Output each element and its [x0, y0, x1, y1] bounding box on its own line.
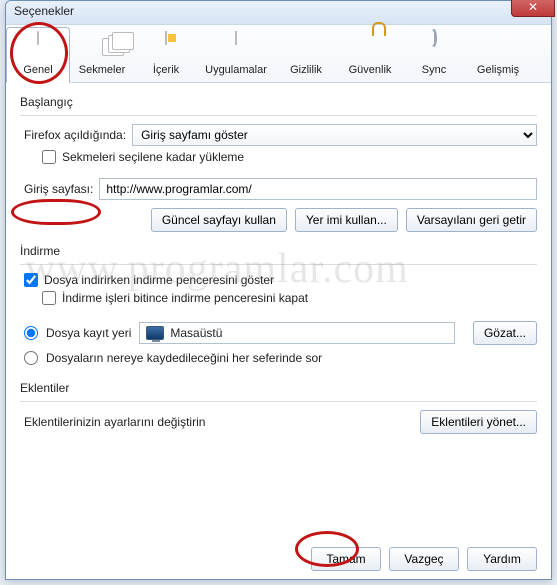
- titlebar: Seçenekler ✕: [6, 1, 551, 25]
- downloads-heading: İndirme: [20, 244, 537, 258]
- tab-uygulamalar[interactable]: Uygulamalar: [198, 28, 274, 82]
- options-window: Seçenekler ✕ Genel Sekmeler İçerik Uygul…: [5, 0, 552, 580]
- open-label: Firefox açıldığında:: [24, 128, 126, 142]
- startup-combo[interactable]: Giriş sayfamı göster: [132, 124, 537, 146]
- close-download-done-checkbox[interactable]: [42, 291, 56, 305]
- divider: [20, 115, 537, 116]
- panel-general: Başlangıç Firefox açıldığında: Giriş say…: [6, 83, 551, 434]
- divider: [20, 264, 537, 265]
- home-url-input[interactable]: [99, 178, 537, 200]
- tab-guvenlik[interactable]: Güvenlik: [338, 28, 402, 82]
- cancel-button[interactable]: Vazgeç: [389, 547, 459, 571]
- tab-label: Uygulamalar: [205, 64, 267, 76]
- show-download-window-label: Dosya indirirken indirme penceresini gös…: [44, 273, 274, 287]
- tab-label: Güvenlik: [349, 64, 392, 76]
- tab-gelismis[interactable]: Gelişmiş: [466, 28, 530, 82]
- sync-icon: [402, 32, 466, 62]
- tab-label: Gizlilik: [290, 64, 322, 76]
- dialog-footer: Tamam Vazgeç Yardım: [311, 547, 537, 571]
- help-button[interactable]: Yardım: [467, 547, 537, 571]
- use-bookmark-button[interactable]: Yer imi kullan...: [295, 208, 398, 232]
- window-title: Seçenekler: [14, 4, 74, 18]
- manage-addons-button[interactable]: Eklentileri yönet...: [420, 410, 537, 434]
- security-icon: [338, 32, 402, 62]
- divider: [20, 401, 537, 402]
- use-current-button[interactable]: Güncel sayfayı kullan: [151, 208, 287, 232]
- ask-location-radio[interactable]: [24, 351, 38, 365]
- home-label: Giriş sayfası:: [24, 182, 93, 196]
- tab-label: Sync: [422, 64, 446, 76]
- tab-label: Genel: [23, 64, 52, 76]
- browse-button[interactable]: Gözat...: [473, 321, 537, 345]
- tabs-icon: [70, 32, 134, 62]
- ask-location-label: Dosyaların nereye kaydedileceğini her se…: [46, 351, 322, 365]
- close-button[interactable]: ✕: [511, 0, 555, 17]
- tab-label: Gelişmiş: [477, 64, 519, 76]
- tab-general[interactable]: Genel: [6, 27, 70, 83]
- desktop-icon: [146, 326, 164, 340]
- ok-button[interactable]: Tamam: [311, 547, 381, 571]
- close-download-done-label: İndirme işleri bitince indirme penceresi…: [62, 291, 308, 305]
- save-location-value: Masaüstü: [170, 326, 222, 340]
- privacy-icon: [274, 32, 338, 62]
- close-icon: ✕: [528, 0, 538, 14]
- tab-label: İçerik: [153, 64, 179, 76]
- tab-icerik[interactable]: İçerik: [134, 28, 198, 82]
- tab-label: Sekmeler: [79, 64, 125, 76]
- category-toolbar: Genel Sekmeler İçerik Uygulamalar Gizlil…: [6, 25, 551, 83]
- addons-sub: Eklentilerinizin ayarlarını değiştirin: [24, 415, 205, 429]
- load-tabs-checkbox[interactable]: [42, 150, 56, 164]
- load-tabs-label: Sekmeleri seçilene kadar yükleme: [62, 150, 244, 164]
- addons-heading: Eklentiler: [20, 381, 537, 395]
- tab-gizlilik[interactable]: Gizlilik: [274, 28, 338, 82]
- content-icon: [134, 32, 198, 62]
- advanced-icon: [466, 32, 530, 62]
- restore-default-button[interactable]: Varsayılanı geri getir: [406, 208, 537, 232]
- startup-heading: Başlangıç: [20, 95, 537, 109]
- save-location-field[interactable]: Masaüstü: [139, 322, 455, 344]
- save-location-radio[interactable]: [24, 326, 38, 340]
- save-location-label: Dosya kayıt yeri: [46, 326, 131, 340]
- general-icon: [7, 32, 69, 62]
- tab-sekmeler[interactable]: Sekmeler: [70, 28, 134, 82]
- apps-icon: [198, 32, 274, 62]
- show-download-window-checkbox[interactable]: [24, 273, 38, 287]
- tab-sync[interactable]: Sync: [402, 28, 466, 82]
